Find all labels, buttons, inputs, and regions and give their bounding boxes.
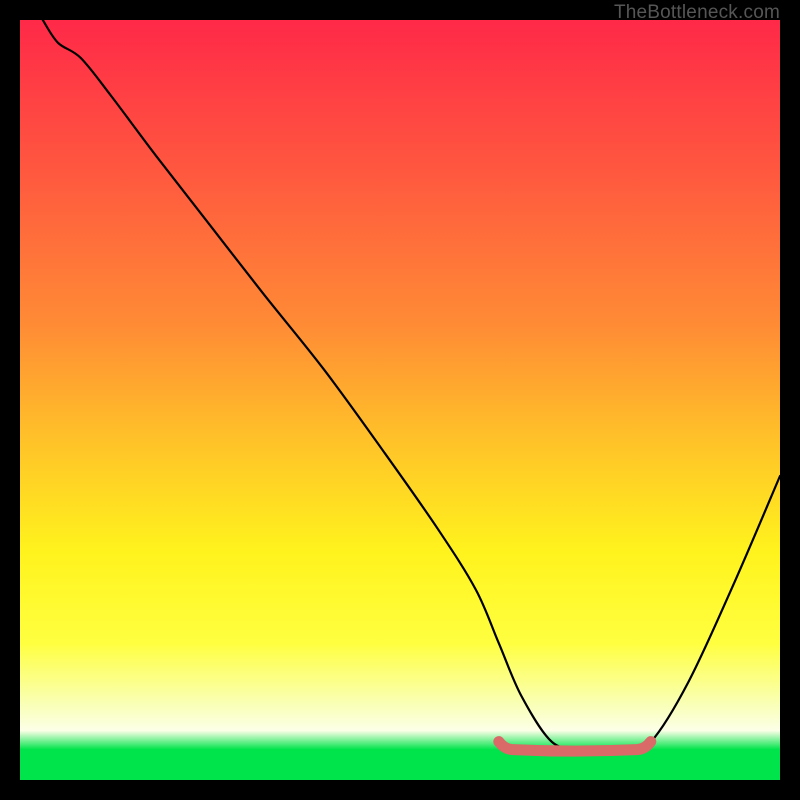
watermark-text: TheBottleneck.com <box>614 2 780 24</box>
chart-frame: TheBottleneck.com <box>0 0 800 800</box>
gradient-background <box>20 20 780 780</box>
bottleneck-chart <box>20 20 780 780</box>
